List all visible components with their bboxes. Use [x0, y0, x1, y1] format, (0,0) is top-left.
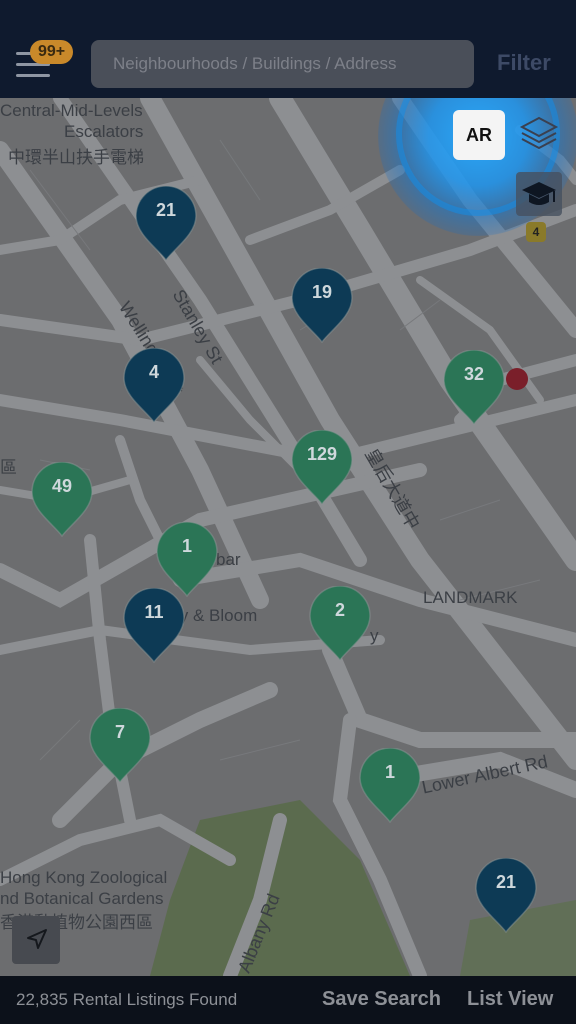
pin-count: 1: [384, 762, 395, 782]
mtr-station-icon[interactable]: [506, 368, 528, 390]
pin-count: 2: [334, 600, 345, 620]
notification-badge: 99+: [30, 40, 74, 64]
top-bar: 99+ Filter: [0, 0, 576, 98]
layers-icon[interactable]: [516, 110, 562, 156]
map-pin-icon: [291, 268, 353, 344]
school-icon[interactable]: [516, 172, 562, 216]
listing-pin[interactable]: 7: [89, 708, 151, 784]
map-pin-icon: [89, 708, 151, 784]
results-count: 22,835 Rental Listings Found: [16, 990, 238, 1009]
pin-count: 129: [306, 444, 338, 464]
map-pin-icon: [31, 462, 93, 538]
map-pin-icon: [291, 430, 353, 506]
map-label-zoo: Hong Kong Zoological: [0, 868, 168, 887]
map-pin-icon: [123, 588, 185, 664]
map-label-bar: bar: [216, 550, 241, 569]
listing-pin[interactable]: 4: [123, 348, 185, 424]
map-view[interactable]: Central-Mid-Levels Escalators 中環半山扶手電梯 S…: [0, 98, 576, 976]
list-view-button[interactable]: List View: [467, 988, 553, 1011]
map-pin-icon: [135, 186, 197, 262]
pin-count: 49: [51, 476, 73, 496]
listing-pin[interactable]: 49: [31, 462, 93, 538]
pin-count: 11: [144, 602, 164, 622]
map-label-escalators-chinese: 中環半山扶手電梯: [8, 148, 144, 167]
listing-pin[interactable]: 19: [291, 268, 353, 344]
search-bar[interactable]: [91, 40, 474, 88]
map-pin-icon: [443, 350, 505, 426]
search-input[interactable]: [91, 40, 474, 88]
listing-pin[interactable]: 32: [443, 350, 505, 426]
map-label-district: 區: [0, 458, 17, 477]
pin-count: 21: [495, 872, 517, 892]
listing-pin[interactable]: 129: [291, 430, 353, 506]
map-pin-icon: [359, 748, 421, 824]
save-search-button[interactable]: Save Search: [322, 988, 441, 1011]
map-pin-icon: [156, 522, 218, 598]
listing-pin[interactable]: 2: [309, 586, 371, 662]
map-label-escalators: Central-Mid-Levels: [0, 101, 143, 120]
map-pin-icon: [309, 586, 371, 662]
mtr-exit-badge: 4: [526, 222, 546, 242]
pin-count: 21: [155, 200, 177, 220]
filter-button[interactable]: Filter: [497, 50, 551, 76]
pin-count: 7: [114, 722, 125, 742]
navigation-arrow-icon: [27, 929, 47, 949]
map-label-lily-bloom: ly & Bloom: [176, 606, 258, 625]
listing-pin[interactable]: 21: [135, 186, 197, 262]
map-pin-icon: [123, 348, 185, 424]
listing-pin[interactable]: 11: [123, 588, 185, 664]
listing-pin[interactable]: 21: [475, 858, 537, 934]
pin-count: 4: [148, 362, 159, 382]
map-pin-icon: [475, 858, 537, 934]
map-label-escalators-2: Escalators: [64, 122, 144, 141]
bottom-bar: 22,835 Rental Listings Found Save Search…: [0, 976, 576, 1024]
map-label-landmark: LANDMARK: [423, 588, 518, 607]
pin-count: 1: [181, 536, 192, 556]
ar-button[interactable]: AR: [453, 110, 505, 160]
pin-count: 32: [463, 364, 485, 384]
pin-count: 19: [311, 282, 333, 302]
map-label-zoo-2: nd Botanical Gardens: [0, 889, 164, 908]
listing-pin[interactable]: 1: [156, 522, 218, 598]
map-label-partial-y: y: [370, 626, 379, 645]
listing-pin[interactable]: 1: [359, 748, 421, 824]
locate-me-button[interactable]: [12, 916, 60, 964]
